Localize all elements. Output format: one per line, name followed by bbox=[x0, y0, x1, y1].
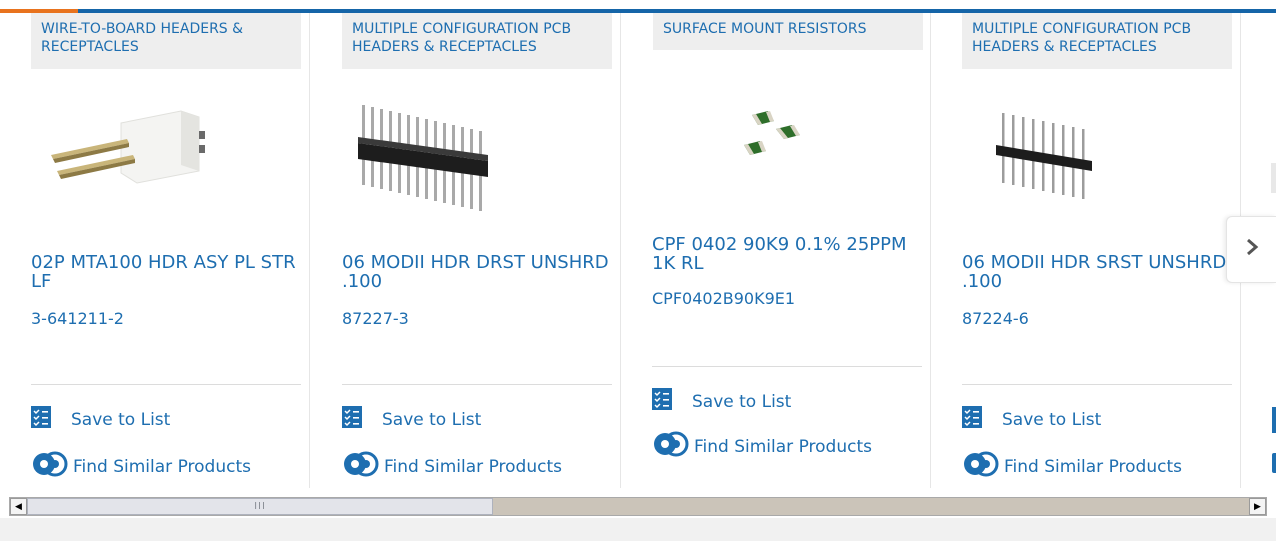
find-similar-button[interactable]: Find Similar Products bbox=[652, 431, 872, 462]
product-title-link[interactable]: 02P MTA100 HDR ASY PL STR LF bbox=[31, 253, 301, 291]
part-number-link[interactable]: 3-641211-2 bbox=[31, 309, 124, 328]
product-image[interactable] bbox=[962, 93, 1232, 213]
scroll-right-arrow-icon[interactable]: ▶ bbox=[1249, 498, 1266, 515]
product-category[interactable]: MULTIPLE CONFIGURATION PCB HEADERS & REC… bbox=[962, 13, 1232, 69]
partial-product-image bbox=[1271, 163, 1276, 193]
footer-area bbox=[0, 518, 1276, 541]
save-to-list-button[interactable]: Save to List bbox=[342, 406, 481, 433]
save-to-list-label: Save to List bbox=[71, 409, 171, 430]
part-number-link[interactable]: 87224-6 bbox=[962, 309, 1029, 328]
save-to-list-button[interactable]: Save to List bbox=[652, 388, 791, 415]
product-card: WIRE-TO-BOARD HEADERS & RECEPTACLES 02P … bbox=[0, 13, 310, 488]
checklist-icon bbox=[342, 406, 362, 433]
similar-products-icon bbox=[31, 451, 69, 482]
checklist-icon bbox=[652, 388, 672, 415]
find-similar-label: Find Similar Products bbox=[694, 436, 872, 457]
dual-row-header-image bbox=[358, 105, 488, 211]
two-pin-header-image bbox=[51, 110, 205, 184]
product-image[interactable] bbox=[652, 91, 922, 211]
product-carousel: WIRE-TO-BOARD HEADERS & RECEPTACLES 02P … bbox=[0, 13, 1276, 488]
carousel-next-button[interactable] bbox=[1226, 216, 1276, 283]
find-similar-label: Find Similar Products bbox=[73, 456, 251, 477]
scroll-left-arrow-icon[interactable]: ◀ bbox=[10, 498, 27, 515]
part-number-link[interactable]: 87227-3 bbox=[342, 309, 409, 328]
product-image[interactable] bbox=[342, 93, 612, 213]
save-to-list-button[interactable]: Save to List bbox=[962, 406, 1101, 433]
checklist-icon bbox=[31, 406, 51, 433]
similar-products-icon bbox=[342, 451, 380, 482]
save-to-list-label: Save to List bbox=[382, 409, 482, 430]
find-similar-button[interactable]: Find Similar Products bbox=[31, 451, 251, 482]
product-card: MULTIPLE CONFIGURATION PCB HEADERS & REC… bbox=[931, 13, 1241, 488]
similar-products-icon bbox=[962, 451, 1000, 482]
single-row-header-image bbox=[996, 113, 1092, 199]
similar-products-icon bbox=[652, 431, 690, 462]
product-category[interactable]: WIRE-TO-BOARD HEADERS & RECEPTACLES bbox=[31, 13, 301, 69]
part-number-link[interactable]: CPF0402B90K9E1 bbox=[652, 289, 795, 308]
product-card: SURFACE MOUNT RESISTORS CPF 0402 90K9 0.… bbox=[621, 13, 931, 488]
smd-resistor-image bbox=[744, 111, 800, 155]
scrollbar-grip: III bbox=[254, 501, 266, 512]
save-to-list-button[interactable]: Save to List bbox=[31, 406, 170, 433]
find-similar-label: Find Similar Products bbox=[1004, 456, 1182, 477]
product-title-link[interactable]: CPF 0402 90K9 0.1% 25PPM 1K RL bbox=[652, 235, 922, 273]
product-card: MULTIPLE CONFIGURATION PCB HEADERS & REC… bbox=[311, 13, 621, 488]
find-similar-button[interactable]: Find Similar Products bbox=[342, 451, 562, 482]
checklist-icon bbox=[1272, 407, 1276, 433]
product-title-link[interactable]: 06 MODII HDR DRST UNSHRD .100 bbox=[342, 253, 612, 291]
chevron-right-icon bbox=[1245, 237, 1259, 262]
scrollbar-track[interactable]: III bbox=[27, 498, 1249, 515]
save-to-list-label: Save to List bbox=[692, 391, 792, 412]
similar-products-icon bbox=[1272, 453, 1276, 473]
product-category[interactable]: SURFACE MOUNT RESISTORS bbox=[653, 13, 923, 50]
scrollbar-thumb[interactable]: III bbox=[27, 498, 493, 515]
find-similar-label: Find Similar Products bbox=[384, 456, 562, 477]
card-divider bbox=[962, 384, 1232, 385]
find-similar-button[interactable]: Find Similar Products bbox=[962, 451, 1182, 482]
product-image[interactable] bbox=[31, 93, 301, 213]
card-divider bbox=[31, 384, 301, 385]
product-category[interactable]: MULTIPLE CONFIGURATION PCB HEADERS & REC… bbox=[342, 13, 612, 69]
save-to-list-label: Save to List bbox=[1002, 409, 1102, 430]
product-title-link[interactable]: 06 MODII HDR SRST UNSHRD .100 bbox=[962, 253, 1232, 291]
checklist-icon bbox=[962, 406, 982, 433]
card-divider bbox=[652, 366, 922, 367]
horizontal-scrollbar[interactable]: ◀ III ▶ bbox=[9, 497, 1267, 516]
card-divider bbox=[342, 384, 612, 385]
